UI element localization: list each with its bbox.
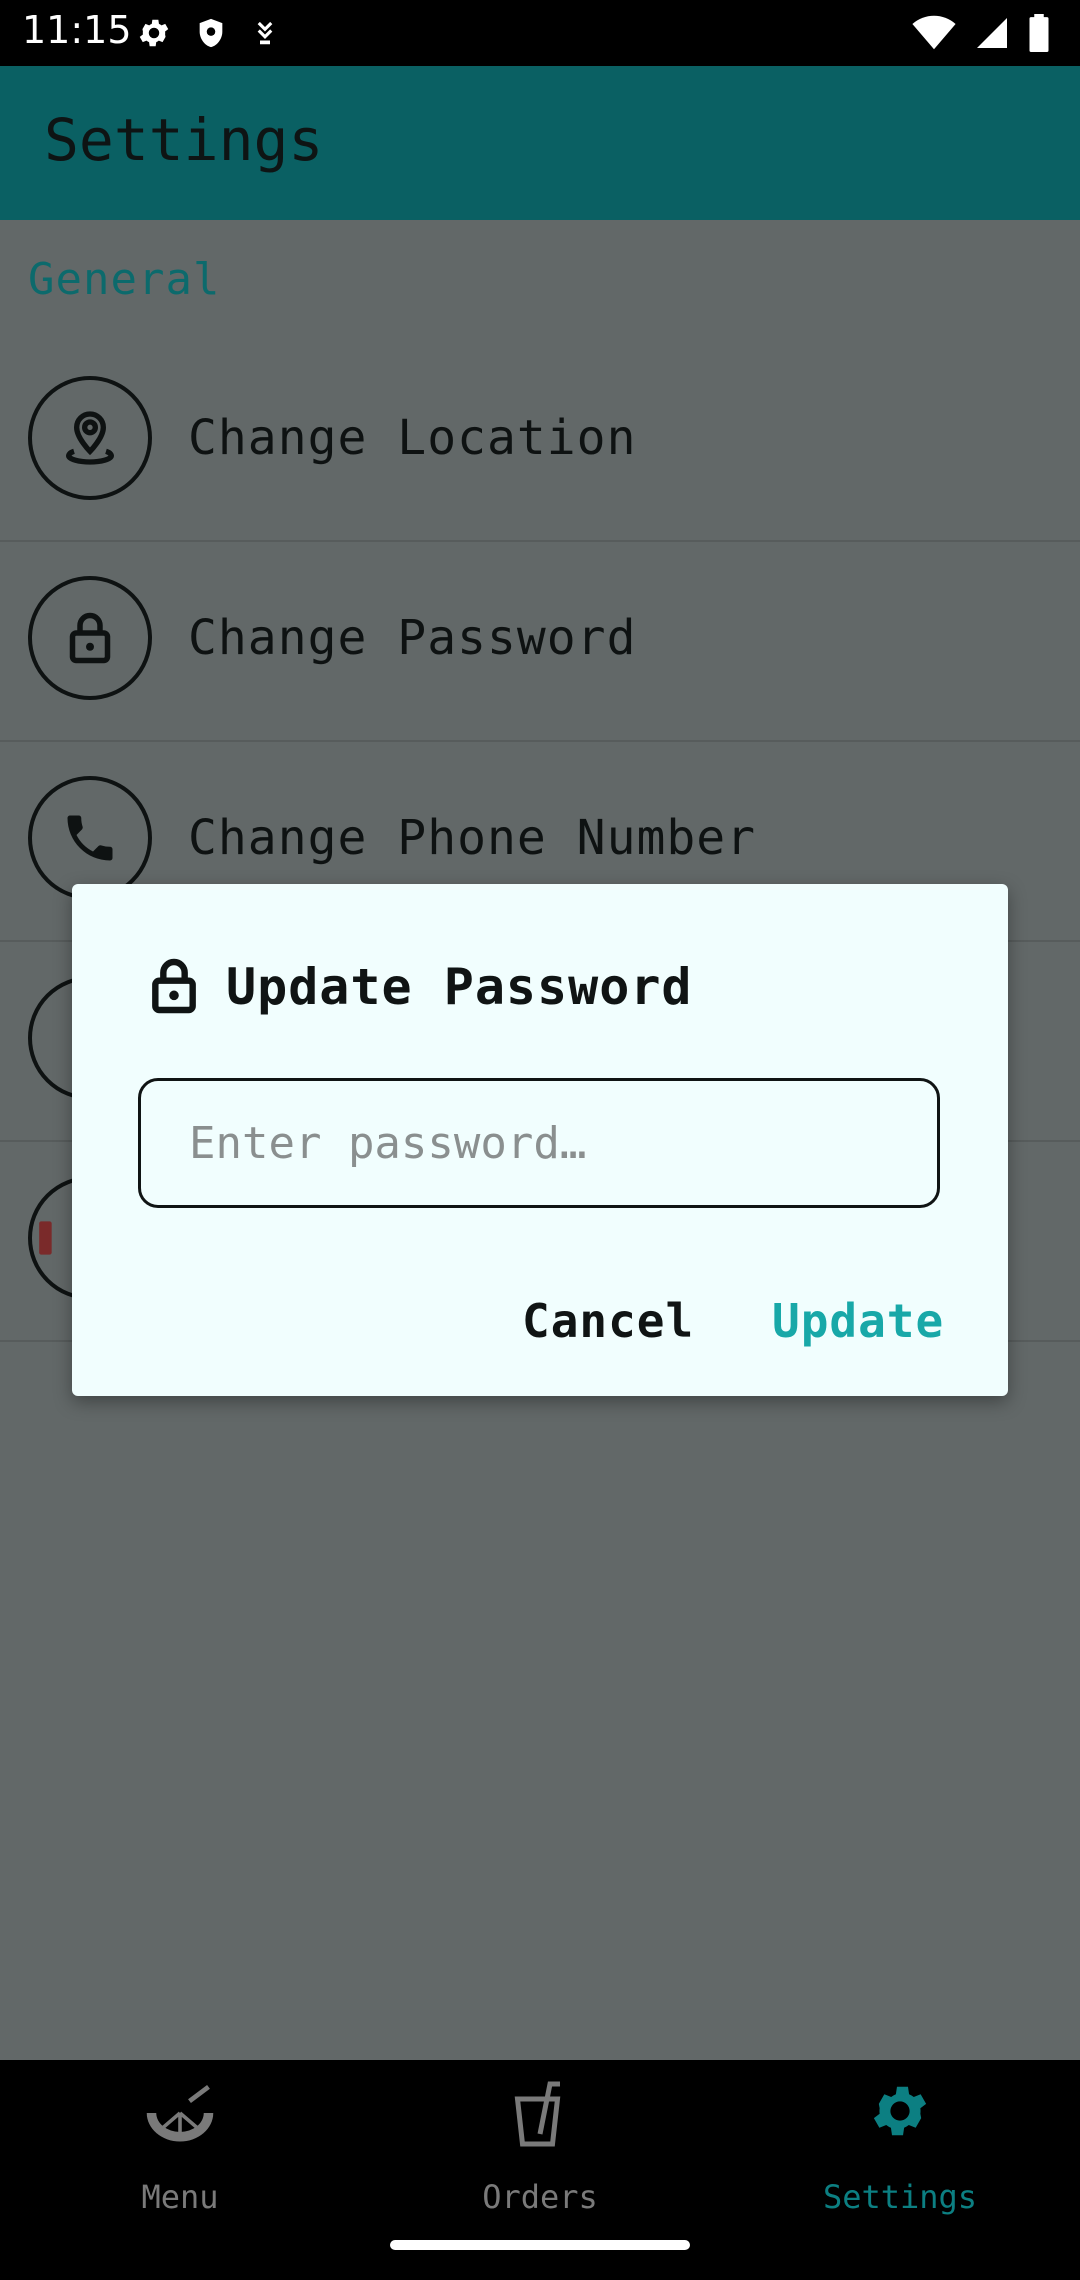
lock-icon: [28, 576, 152, 700]
signal-icon: [977, 18, 1007, 48]
status-time: 11:15: [22, 8, 132, 52]
settings-item-label: Change Phone Number: [188, 810, 757, 866]
location-pin-icon: [28, 376, 152, 500]
wifi-icon: [912, 15, 956, 50]
dialog-title: Update Password: [226, 958, 693, 1016]
nav-item-settings[interactable]: Settings: [720, 2078, 1080, 2228]
home-indicator[interactable]: [390, 2240, 690, 2250]
nav-item-menu[interactable]: Menu: [0, 2078, 360, 2228]
update-button[interactable]: Update: [772, 1294, 944, 1348]
settings-item-change-password[interactable]: Change Password: [0, 540, 1080, 742]
password-input[interactable]: [138, 1078, 940, 1208]
phone-icon: [28, 776, 152, 900]
cancel-button[interactable]: Cancel: [522, 1294, 694, 1348]
settings-item-label: Change Password: [188, 610, 637, 666]
drink-cup-icon: [514, 2081, 561, 2147]
nav-label: Orders: [482, 2178, 598, 2216]
status-bar: 11:15: [0, 0, 1080, 66]
section-title: General: [28, 254, 221, 305]
download-icon: [257, 21, 273, 45]
app-bar: Settings: [0, 66, 1080, 220]
settings-item-label: Change Location: [188, 410, 637, 466]
gear-icon: [873, 2086, 927, 2136]
nav-label: Settings: [822, 2178, 978, 2216]
battery-icon: [1029, 14, 1049, 52]
status-icons-right: [912, 14, 1050, 52]
nav-label: Menu: [141, 2178, 219, 2216]
settings-item-change-location[interactable]: Change Location: [0, 340, 1080, 542]
nav-item-orders[interactable]: Orders: [360, 2078, 720, 2228]
lemon-slice-icon: [146, 2084, 214, 2142]
gear-icon: [139, 19, 169, 47]
update-password-dialog: Update Password Cancel Update: [72, 884, 1008, 1396]
shield-icon: [199, 18, 223, 48]
lock-icon: [152, 958, 196, 1014]
page-title: Settings: [44, 106, 324, 174]
status-icons-left: [136, 15, 280, 51]
